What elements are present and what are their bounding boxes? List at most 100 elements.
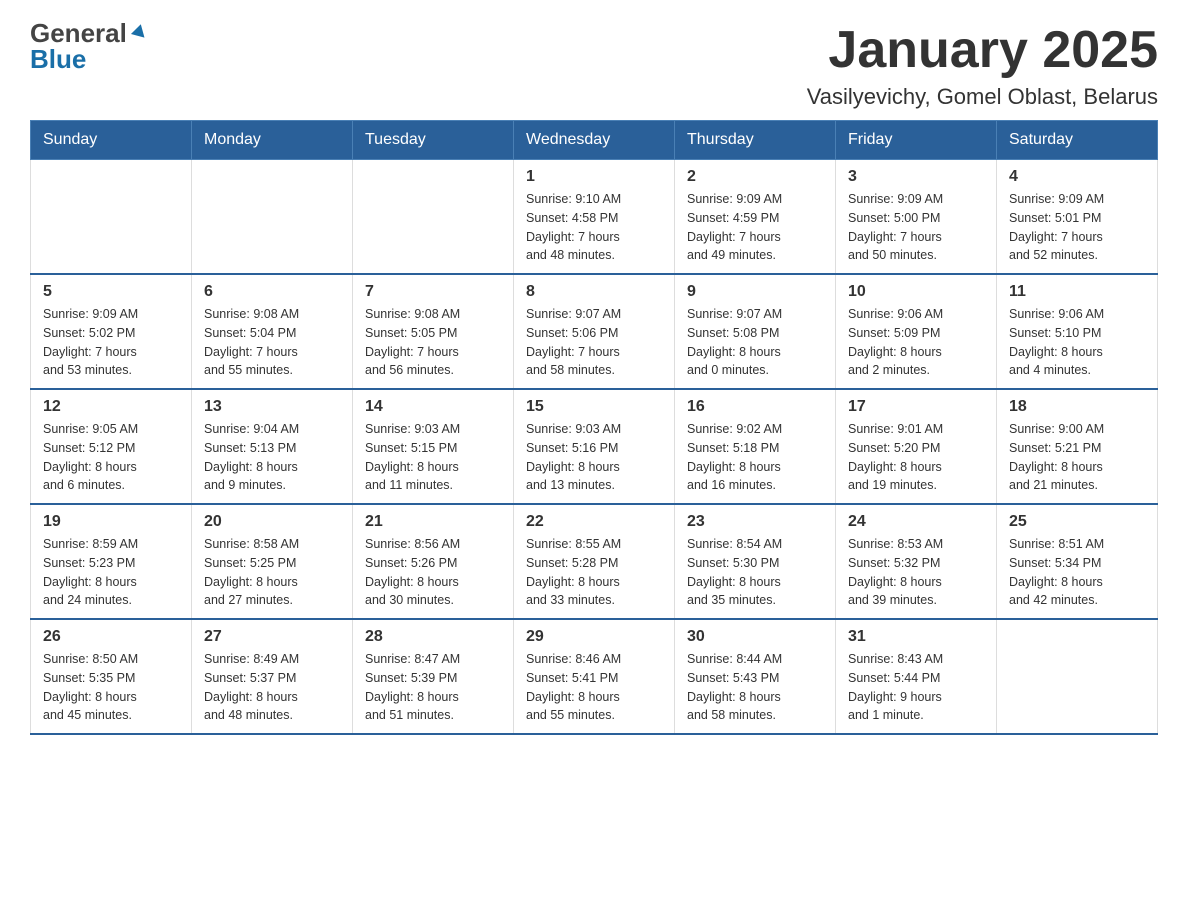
week-row-3: 12 Sunrise: 9:05 AMSunset: 5:12 PMDayligh… bbox=[31, 389, 1158, 504]
day-info: Sunrise: 8:49 AMSunset: 5:37 PMDaylight:… bbox=[204, 650, 340, 725]
day-info: Sunrise: 9:02 AMSunset: 5:18 PMDaylight:… bbox=[687, 420, 823, 495]
subtitle: Vasilyevichy, Gomel Oblast, Belarus bbox=[807, 84, 1158, 110]
day-info: Sunrise: 8:58 AMSunset: 5:25 PMDaylight:… bbox=[204, 535, 340, 610]
day-info: Sunrise: 9:09 AMSunset: 4:59 PMDaylight:… bbox=[687, 190, 823, 265]
header-saturday: Saturday bbox=[997, 121, 1158, 160]
day-cell-3-2: 21 Sunrise: 8:56 AMSunset: 5:26 PMDayligh… bbox=[353, 504, 514, 619]
week-row-5: 26 Sunrise: 8:50 AMSunset: 5:35 PMDayligh… bbox=[31, 619, 1158, 734]
week-row-1: 1 Sunrise: 9:10 AMSunset: 4:58 PMDaylight… bbox=[31, 160, 1158, 275]
day-number: 10 bbox=[848, 283, 984, 301]
day-cell-1-0: 5Sunrise: 9:09 AMSunset: 5:02 PMDaylight… bbox=[31, 274, 192, 389]
day-info: Sunrise: 9:09 AMSunset: 5:00 PMDaylight:… bbox=[848, 190, 984, 265]
day-number: 12 bbox=[43, 398, 179, 416]
day-cell-4-5: 31 Sunrise: 8:43 AMSunset: 5:44 PMDayligh… bbox=[836, 619, 997, 734]
day-cell-4-2: 28 Sunrise: 8:47 AMSunset: 5:39 PMDayligh… bbox=[353, 619, 514, 734]
day-number: 13 bbox=[204, 398, 340, 416]
day-number: 30 bbox=[687, 628, 823, 646]
day-cell-3-1: 20Sunrise: 8:58 AMSunset: 5:25 PMDayligh… bbox=[192, 504, 353, 619]
day-number: 3 bbox=[848, 168, 984, 186]
day-cell-2-6: 18Sunrise: 9:00 AMSunset: 5:21 PMDayligh… bbox=[997, 389, 1158, 504]
day-cell-3-3: 22Sunrise: 8:55 AMSunset: 5:28 PMDayligh… bbox=[514, 504, 675, 619]
day-number: 16 bbox=[687, 398, 823, 416]
day-cell-0-2 bbox=[353, 160, 514, 275]
header-wednesday: Wednesday bbox=[514, 121, 675, 160]
day-cell-2-0: 12 Sunrise: 9:05 AMSunset: 5:12 PMDayligh… bbox=[31, 389, 192, 504]
header-tuesday: Tuesday bbox=[353, 121, 514, 160]
day-number: 29 bbox=[526, 628, 662, 646]
logo-blue-text: Blue bbox=[30, 46, 148, 72]
day-number: 8 bbox=[526, 283, 662, 301]
week-row-2: 5Sunrise: 9:09 AMSunset: 5:02 PMDaylight… bbox=[31, 274, 1158, 389]
calendar-table: SundayMondayTuesdayWednesdayThursdayFrid… bbox=[30, 120, 1158, 735]
days-of-week-row: SundayMondayTuesdayWednesdayThursdayFrid… bbox=[31, 121, 1158, 160]
day-info: Sunrise: 9:08 AMSunset: 5:04 PMDaylight:… bbox=[204, 305, 340, 380]
header-monday: Monday bbox=[192, 121, 353, 160]
day-number: 26 bbox=[43, 628, 179, 646]
main-title: January 2025 bbox=[807, 20, 1158, 80]
day-number: 14 bbox=[365, 398, 501, 416]
logo-general-text: General bbox=[30, 20, 148, 46]
day-cell-1-3: 8 Sunrise: 9:07 AMSunset: 5:06 PMDaylight… bbox=[514, 274, 675, 389]
day-info: Sunrise: 8:51 AMSunset: 5:34 PMDaylight:… bbox=[1009, 535, 1145, 610]
header-thursday: Thursday bbox=[675, 121, 836, 160]
day-number: 21 bbox=[365, 513, 501, 531]
day-cell-2-4: 16 Sunrise: 9:02 AMSunset: 5:18 PMDayligh… bbox=[675, 389, 836, 504]
day-info: Sunrise: 9:07 AMSunset: 5:08 PMDaylight:… bbox=[687, 305, 823, 380]
day-number: 24 bbox=[848, 513, 984, 531]
day-info: Sunrise: 9:06 AMSunset: 5:09 PMDaylight:… bbox=[848, 305, 984, 380]
day-info: Sunrise: 8:53 AMSunset: 5:32 PMDaylight:… bbox=[848, 535, 984, 610]
day-info: Sunrise: 8:47 AMSunset: 5:39 PMDaylight:… bbox=[365, 650, 501, 725]
day-number: 31 bbox=[848, 628, 984, 646]
day-number: 6 bbox=[204, 283, 340, 301]
day-info: Sunrise: 8:55 AMSunset: 5:28 PMDaylight:… bbox=[526, 535, 662, 610]
day-cell-2-1: 13Sunrise: 9:04 AMSunset: 5:13 PMDayligh… bbox=[192, 389, 353, 504]
title-section: January 2025 Vasilyevichy, Gomel Oblast,… bbox=[807, 20, 1158, 110]
day-cell-4-4: 30 Sunrise: 8:44 AMSunset: 5:43 PMDayligh… bbox=[675, 619, 836, 734]
day-info: Sunrise: 8:44 AMSunset: 5:43 PMDaylight:… bbox=[687, 650, 823, 725]
header-friday: Friday bbox=[836, 121, 997, 160]
day-cell-3-4: 23 Sunrise: 8:54 AMSunset: 5:30 PMDayligh… bbox=[675, 504, 836, 619]
logo-arrow-icon bbox=[130, 18, 148, 44]
logo: General Blue bbox=[30, 20, 148, 72]
day-cell-0-3: 1 Sunrise: 9:10 AMSunset: 4:58 PMDaylight… bbox=[514, 160, 675, 275]
day-cell-3-5: 24 Sunrise: 8:53 AMSunset: 5:32 PMDayligh… bbox=[836, 504, 997, 619]
day-cell-0-0 bbox=[31, 160, 192, 275]
day-number: 28 bbox=[365, 628, 501, 646]
day-info: Sunrise: 9:05 AMSunset: 5:12 PMDaylight:… bbox=[43, 420, 179, 495]
calendar-body: 1 Sunrise: 9:10 AMSunset: 4:58 PMDaylight… bbox=[31, 160, 1158, 735]
day-cell-2-2: 14 Sunrise: 9:03 AMSunset: 5:15 PMDayligh… bbox=[353, 389, 514, 504]
day-info: Sunrise: 8:50 AMSunset: 5:35 PMDaylight:… bbox=[43, 650, 179, 725]
day-number: 25 bbox=[1009, 513, 1145, 531]
day-number: 1 bbox=[526, 168, 662, 186]
day-cell-1-5: 10 Sunrise: 9:06 AMSunset: 5:09 PMDayligh… bbox=[836, 274, 997, 389]
day-cell-0-4: 2Sunrise: 9:09 AMSunset: 4:59 PMDaylight… bbox=[675, 160, 836, 275]
day-info: Sunrise: 9:03 AMSunset: 5:15 PMDaylight:… bbox=[365, 420, 501, 495]
day-cell-4-6 bbox=[997, 619, 1158, 734]
day-cell-0-5: 3 Sunrise: 9:09 AMSunset: 5:00 PMDaylight… bbox=[836, 160, 997, 275]
day-number: 27 bbox=[204, 628, 340, 646]
day-cell-3-6: 25 Sunrise: 8:51 AMSunset: 5:34 PMDayligh… bbox=[997, 504, 1158, 619]
day-number: 5 bbox=[43, 283, 179, 301]
day-info: Sunrise: 8:43 AMSunset: 5:44 PMDaylight:… bbox=[848, 650, 984, 725]
day-number: 15 bbox=[526, 398, 662, 416]
day-number: 17 bbox=[848, 398, 984, 416]
header-sunday: Sunday bbox=[31, 121, 192, 160]
day-info: Sunrise: 9:10 AMSunset: 4:58 PMDaylight:… bbox=[526, 190, 662, 265]
week-row-4: 19Sunrise: 8:59 AMSunset: 5:23 PMDayligh… bbox=[31, 504, 1158, 619]
day-info: Sunrise: 9:07 AMSunset: 5:06 PMDaylight:… bbox=[526, 305, 662, 380]
day-info: Sunrise: 8:54 AMSunset: 5:30 PMDaylight:… bbox=[687, 535, 823, 610]
day-cell-0-6: 4Sunrise: 9:09 AMSunset: 5:01 PMDaylight… bbox=[997, 160, 1158, 275]
day-number: 23 bbox=[687, 513, 823, 531]
day-cell-2-3: 15Sunrise: 9:03 AMSunset: 5:16 PMDayligh… bbox=[514, 389, 675, 504]
day-info: Sunrise: 9:00 AMSunset: 5:21 PMDaylight:… bbox=[1009, 420, 1145, 495]
day-cell-2-5: 17 Sunrise: 9:01 AMSunset: 5:20 PMDayligh… bbox=[836, 389, 997, 504]
day-info: Sunrise: 9:01 AMSunset: 5:20 PMDaylight:… bbox=[848, 420, 984, 495]
day-info: Sunrise: 9:08 AMSunset: 5:05 PMDaylight:… bbox=[365, 305, 501, 380]
day-info: Sunrise: 8:56 AMSunset: 5:26 PMDaylight:… bbox=[365, 535, 501, 610]
page-header: General Blue January 2025 Vasilyevichy, … bbox=[30, 20, 1158, 110]
day-cell-1-2: 7 Sunrise: 9:08 AMSunset: 5:05 PMDaylight… bbox=[353, 274, 514, 389]
day-number: 11 bbox=[1009, 283, 1145, 301]
day-cell-1-1: 6 Sunrise: 9:08 AMSunset: 5:04 PMDaylight… bbox=[192, 274, 353, 389]
day-info: Sunrise: 9:06 AMSunset: 5:10 PMDaylight:… bbox=[1009, 305, 1145, 380]
day-number: 7 bbox=[365, 283, 501, 301]
